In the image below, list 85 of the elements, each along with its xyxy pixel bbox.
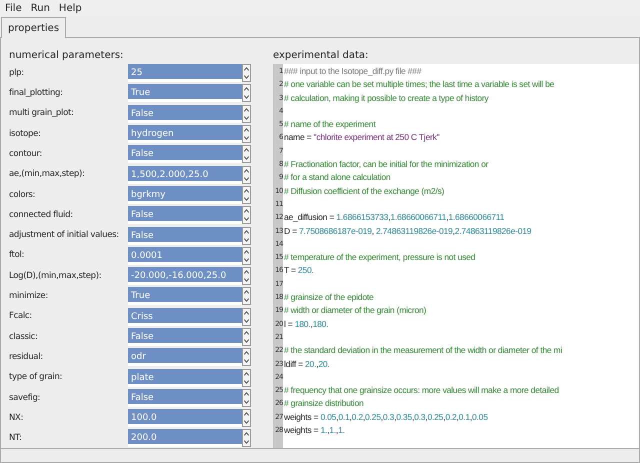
code-line: # for a stand alone calculation <box>283 171 390 184</box>
value-field[interactable]: False <box>128 226 242 245</box>
menu-item[interactable]: Run <box>30 0 50 16</box>
code-line: # Fractionation factor, can be initial for the minimization or <box>283 158 488 172</box>
value-field[interactable]: Criss <box>128 308 242 326</box>
code-line: # grainsize distribution <box>283 397 364 410</box>
spin-arrows-icon[interactable] <box>242 287 251 306</box>
value-field[interactable]: 0.0001 <box>128 246 242 265</box>
spin-arrows-icon[interactable] <box>242 409 251 428</box>
value-field[interactable]: True <box>128 84 242 102</box>
code-line: name = "chlorite experiment at 250 C Tjerk" <box>283 131 440 144</box>
field-label: NT: <box>9 432 23 445</box>
field-label: final_plotting: <box>9 87 64 100</box>
field-label: classic: <box>9 330 39 344</box>
value-field[interactable]: bgrkmy <box>128 186 242 204</box>
code-editor[interactable] <box>273 64 639 448</box>
code-line: l = 180.,180. <box>283 318 328 331</box>
code-line: # width or diameter of the grain (micron) <box>283 304 426 318</box>
code-line: # frequency that one grainsize occurs: more values will make a more detailed <box>283 384 559 398</box>
code-line: D = 7.7508686187e-019, 2.74863119826e-019,2.74863119826e-019 <box>283 224 532 238</box>
field-label: isotope: <box>9 128 42 140</box>
field-label: adjustment of initial values: <box>9 229 120 242</box>
field-label: contour: <box>9 148 43 161</box>
code-line: # Diffusion coefficient of the exchange (m2/s) <box>283 184 444 198</box>
field-label: ae,(min,max,step): <box>9 168 86 181</box>
field-label: Fcalc: <box>9 310 33 324</box>
section-heading: experimental data: <box>273 50 370 62</box>
spin-arrows-icon[interactable] <box>242 226 251 245</box>
value-field[interactable]: hydrogen <box>128 125 242 144</box>
code-line: # temperature of the experiment, pressure is not used <box>283 251 476 264</box>
spin-arrows-icon[interactable] <box>242 368 251 387</box>
spin-arrows-icon[interactable] <box>242 246 251 265</box>
spin-arrows-icon[interactable] <box>242 388 251 407</box>
code-line: # the standard deviation in the measurement of the width or diameter of the mi <box>283 344 562 358</box>
field-label: Log(D),(min,max,step): <box>9 270 102 282</box>
value-field[interactable]: 1,500,2.000,25.0 <box>128 166 242 184</box>
menu-item[interactable]: Help <box>58 0 82 16</box>
field-label: type of grain: <box>9 371 64 384</box>
code-line: # grainsize of the epidote <box>283 291 374 304</box>
value-field[interactable]: 25 <box>128 64 242 82</box>
value-field[interactable]: False <box>128 104 242 123</box>
spin-arrows-icon[interactable] <box>242 84 251 102</box>
field-label: minimize: <box>9 290 49 303</box>
spin-arrows-icon[interactable] <box>242 166 251 184</box>
code-line: weights = 1.,1.,1. <box>283 424 345 438</box>
value-field[interactable]: True <box>128 287 242 306</box>
value-field[interactable]: -20.000,-16.000,25.0 <box>128 267 242 286</box>
value-field[interactable]: False <box>128 206 242 224</box>
code-line: T = 250. <box>283 264 314 278</box>
value-field[interactable]: False <box>128 145 242 164</box>
code-line: ### input to the Isotope_diff.py file ### <box>283 65 422 78</box>
code-line: weights = 0.05,0.1,0.2,0.25,0.3,0.35,0.3,0.25,0.2,0.1,0.05 <box>283 410 488 424</box>
field-label: multi grain_plot: <box>9 107 75 120</box>
field-label: savefig: <box>9 392 42 404</box>
tab[interactable]: properties <box>1 17 66 38</box>
spin-arrows-icon[interactable] <box>242 348 251 366</box>
code-line: ldiff = 20.,20. <box>283 358 330 371</box>
field-label: ftol: <box>9 249 26 262</box>
section-heading: numerical parameters: <box>9 50 124 62</box>
code-line: # one variable can be set multiple times; the last time a variable is set will be <box>283 78 554 92</box>
spin-arrows-icon[interactable] <box>242 429 251 448</box>
field-label: connected fluid: <box>9 208 74 222</box>
value-field[interactable]: False <box>128 328 242 346</box>
menu-item[interactable]: File <box>5 0 22 16</box>
spin-arrows-icon[interactable] <box>242 328 251 346</box>
field-label: colors: <box>9 188 36 202</box>
field-label: plp: <box>9 66 25 80</box>
spin-arrows-icon[interactable] <box>242 125 251 144</box>
value-field[interactable]: odr <box>128 348 242 366</box>
spin-arrows-icon[interactable] <box>242 104 251 123</box>
spin-arrows-icon[interactable] <box>242 64 251 82</box>
value-field[interactable]: 200.0 <box>128 429 242 448</box>
spin-arrows-icon[interactable] <box>242 206 251 224</box>
field-label: residual: <box>9 350 44 364</box>
spin-arrows-icon[interactable] <box>242 308 251 326</box>
field-label: NX: <box>9 412 24 425</box>
spin-arrows-icon[interactable] <box>242 186 251 204</box>
code-line: ae_diffusion = 1.6866153733,1.68660066711,1.68660066711 <box>283 211 504 224</box>
code-line: # name of the experiment <box>283 118 376 132</box>
spin-arrows-icon[interactable] <box>242 145 251 164</box>
spin-arrows-icon[interactable] <box>242 267 251 286</box>
code-line: # calculation, making it possible to create a type of history <box>283 92 488 105</box>
value-field[interactable]: plate <box>128 368 242 387</box>
value-field[interactable]: False <box>128 388 242 407</box>
value-field[interactable]: 100.0 <box>128 409 242 428</box>
